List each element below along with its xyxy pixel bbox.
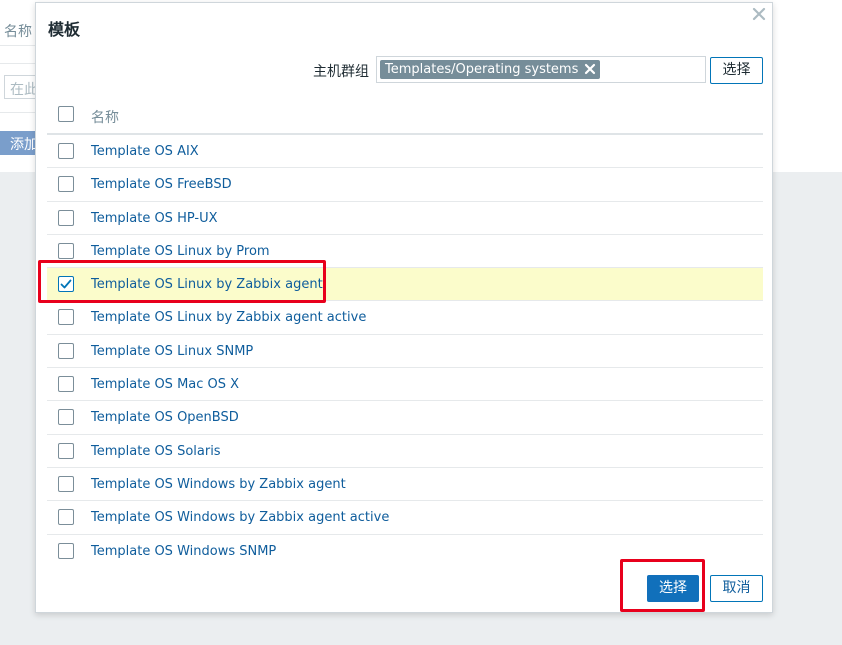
row-checkbox[interactable] [58, 376, 74, 393]
divider [0, 63, 40, 64]
row-checkbox[interactable] [58, 309, 74, 326]
template-link[interactable]: Template OS Linux by Prom [91, 244, 270, 259]
dialog-title: 模板 [48, 20, 81, 39]
host-group-filter: 主机群组 Templates/Operating systems 选择 [36, 56, 774, 86]
template-link[interactable]: Template OS Solaris [91, 444, 221, 459]
table-row: Template OS HP-UX [47, 202, 763, 235]
select-button[interactable]: 选择 [647, 575, 699, 602]
template-link[interactable]: Template OS Linux by Zabbix agent active [91, 310, 366, 325]
table-row: Template OS Linux by Prom [47, 235, 763, 269]
template-link[interactable]: Template OS AIX [91, 144, 199, 159]
table-row-selected: Template OS Linux by Zabbix agent [47, 268, 763, 302]
row-checkbox[interactable] [58, 176, 74, 193]
template-link[interactable]: Template OS OpenBSD [91, 410, 239, 425]
table-row: Template OS Linux by Zabbix agent active [47, 301, 763, 335]
row-checkbox[interactable] [58, 409, 74, 426]
row-checkbox[interactable] [58, 242, 74, 259]
table-row: Template OS AIX [47, 135, 763, 169]
table-row: Template OS Windows by Zabbix agent acti… [47, 501, 763, 535]
table-row: Template OS Windows SNMP [47, 535, 763, 568]
host-group-multiselect[interactable]: Templates/Operating systems [376, 56, 706, 83]
remove-tag-icon[interactable] [584, 63, 596, 75]
template-link[interactable]: Template OS Linux by Zabbix agent [91, 277, 323, 292]
row-checkbox[interactable] [58, 143, 74, 159]
template-link[interactable]: Template OS Windows by Zabbix agent acti… [91, 510, 389, 525]
row-checkbox[interactable] [58, 342, 74, 359]
table-row: Template OS Solaris [47, 435, 763, 468]
table-row: Template OS FreeBSD [47, 168, 763, 202]
column-header-name: 名称 [91, 110, 119, 126]
host-group-tag-label: Templates/Operating systems [385, 62, 579, 77]
template-link[interactable]: Template OS Mac OS X [91, 377, 239, 392]
table-row: Template OS Mac OS X [47, 368, 763, 402]
checkmark-icon [60, 279, 72, 289]
close-icon[interactable] [752, 7, 766, 21]
template-link[interactable]: Template OS HP-UX [91, 211, 218, 226]
template-link[interactable]: Template OS Windows SNMP [91, 544, 276, 559]
select-all-checkbox[interactable] [58, 106, 74, 122]
cancel-button[interactable]: 取消 [710, 575, 763, 602]
row-checkbox[interactable] [58, 442, 74, 459]
table-row: Template OS OpenBSD [47, 401, 763, 435]
row-checkbox[interactable] [58, 209, 74, 226]
host-group-tag: Templates/Operating systems [380, 60, 601, 79]
row-checkbox[interactable] [58, 475, 74, 492]
templates-table: 名称 Template OS AIX Template OS FreeBSD T… [47, 99, 763, 568]
templates-dialog: 模板 主机群组 Templates/Operating systems 选择 名… [35, 2, 773, 613]
host-group-label: 主机群组 [313, 64, 369, 80]
divider [0, 112, 40, 113]
table-row: Template OS Windows by Zabbix agent [47, 468, 763, 502]
template-link[interactable]: Template OS Linux SNMP [91, 344, 253, 359]
background-add-button[interactable]: 添加 [0, 131, 40, 155]
template-link[interactable]: Template OS FreeBSD [91, 177, 232, 192]
row-checkbox[interactable] [58, 542, 74, 559]
row-checkbox[interactable] [58, 509, 74, 526]
row-checkbox-checked[interactable] [58, 276, 74, 293]
background-name-label: 名称 [4, 24, 32, 40]
table-header: 名称 [47, 99, 763, 135]
host-group-select-button[interactable]: 选择 [710, 57, 763, 84]
divider [0, 45, 40, 46]
table-row: Template OS Linux SNMP [47, 335, 763, 369]
dialog-footer: 选择 取消 [36, 574, 774, 604]
template-link[interactable]: Template OS Windows by Zabbix agent [91, 477, 346, 492]
